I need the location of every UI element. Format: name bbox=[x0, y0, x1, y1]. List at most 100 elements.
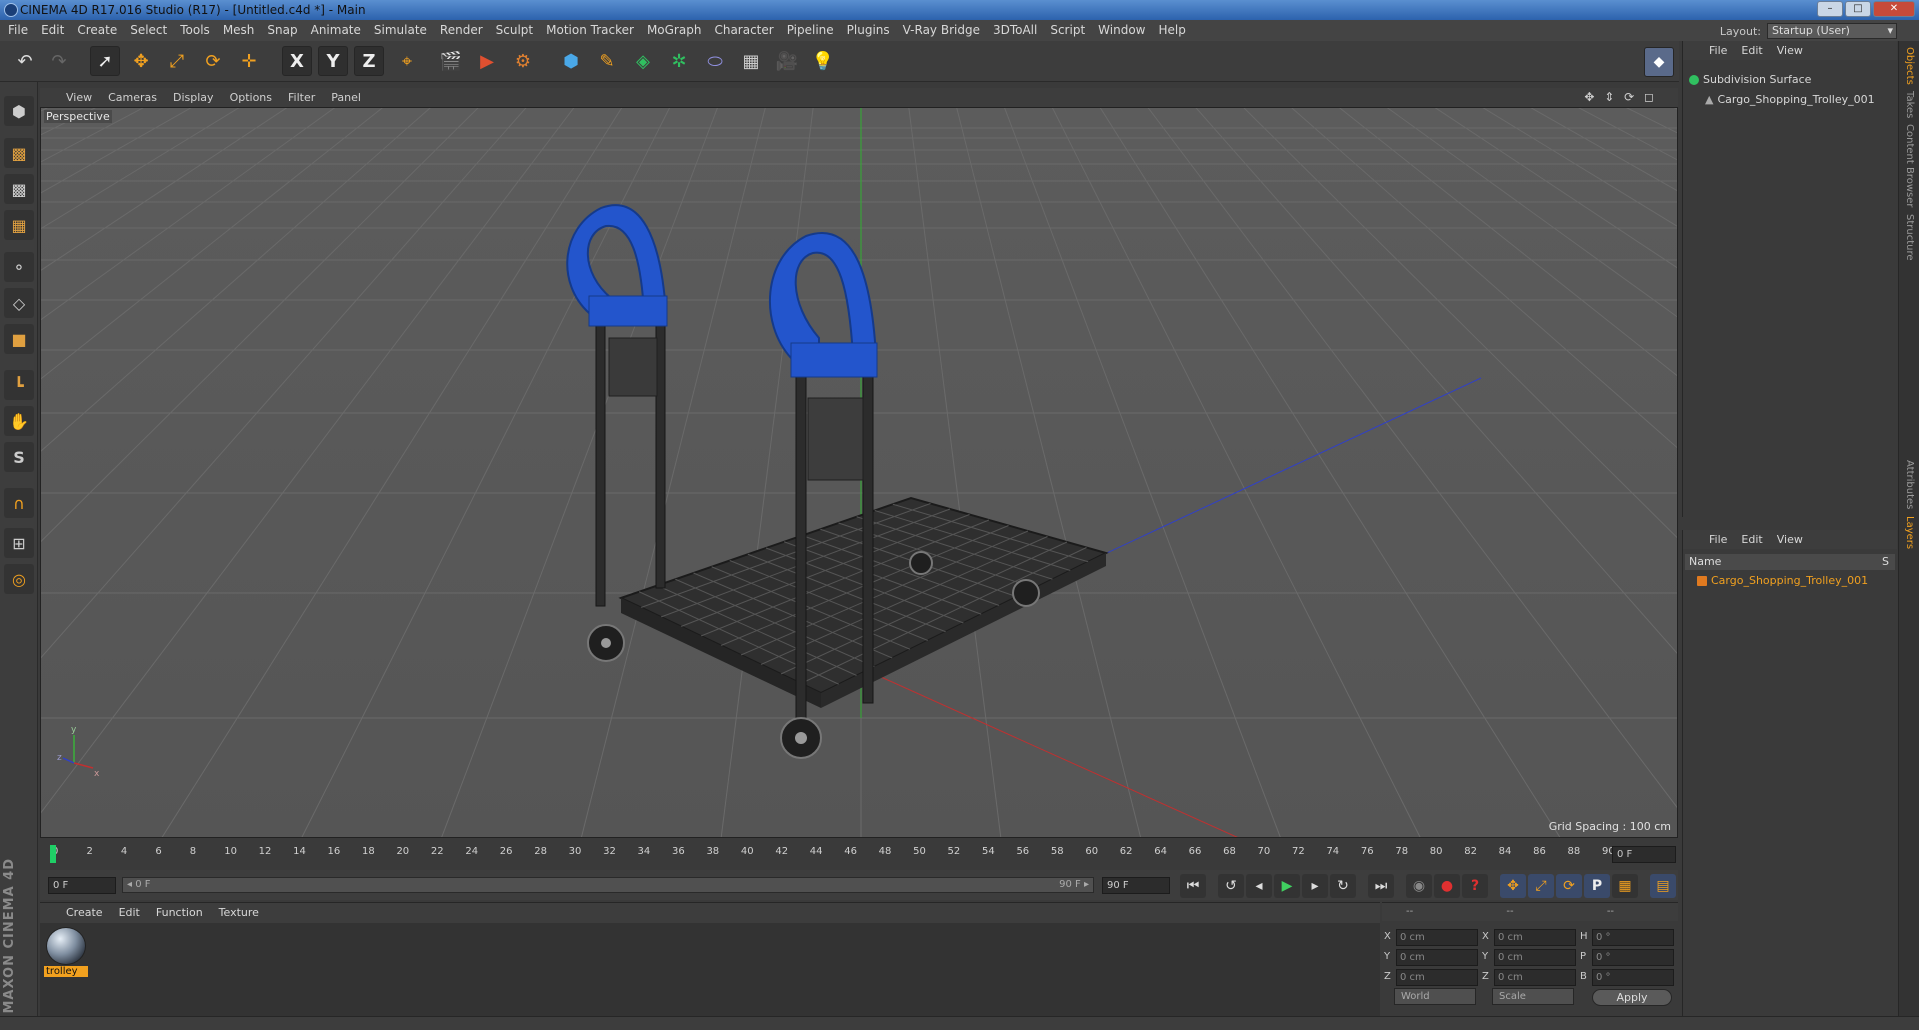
close-button[interactable]: ✕ bbox=[1873, 1, 1915, 17]
autokey-icon[interactable]: ● bbox=[1434, 874, 1460, 898]
python-icon[interactable]: ◆ bbox=[1644, 47, 1674, 77]
undo-icon[interactable]: ↶ bbox=[10, 46, 40, 76]
scale-tool-icon[interactable]: ⤢ bbox=[162, 46, 192, 76]
object-menu-edit[interactable]: Edit bbox=[1741, 41, 1762, 60]
layer-menu-view[interactable]: View bbox=[1777, 530, 1803, 549]
model-mode-icon[interactable]: ⬢ bbox=[4, 96, 34, 126]
tab-objects[interactable]: Objects bbox=[1904, 47, 1915, 85]
range-slider[interactable]: ◂ 0 F 90 F ▸ bbox=[122, 877, 1094, 893]
tab-layers[interactable]: Layers bbox=[1904, 516, 1915, 549]
object-menu-file[interactable]: File bbox=[1709, 41, 1727, 60]
menu-motion-tracker[interactable]: Motion Tracker bbox=[546, 20, 634, 41]
scale-key-icon[interactable]: ⤢ bbox=[1528, 874, 1554, 898]
snap-icon[interactable]: S bbox=[4, 442, 34, 472]
cube-primitive-icon[interactable]: ⬢ bbox=[556, 46, 586, 76]
play-icon[interactable]: ▶ bbox=[1274, 874, 1300, 898]
end-frame-field[interactable]: 90 F bbox=[1102, 877, 1170, 894]
viewport-menu-display[interactable]: Display bbox=[173, 88, 214, 107]
light-icon[interactable]: 💡 bbox=[808, 46, 838, 76]
menu-simulate[interactable]: Simulate bbox=[374, 20, 427, 41]
rotation-h-field[interactable]: 0 ° bbox=[1592, 929, 1674, 946]
next-frame-icon[interactable]: ▸ bbox=[1302, 874, 1328, 898]
material-menu-texture[interactable]: Texture bbox=[219, 903, 259, 923]
rotation-key-icon[interactable]: ⟳ bbox=[1556, 874, 1582, 898]
viewport-nav-icons[interactable]: ✥ ⇕ ⟳ ◻ bbox=[1584, 88, 1657, 107]
rotation-p-field[interactable]: 0 ° bbox=[1592, 949, 1674, 966]
viewport-menu-filter[interactable]: Filter bbox=[288, 88, 315, 107]
menu-character[interactable]: Character bbox=[714, 20, 773, 41]
menu-pipeline[interactable]: Pipeline bbox=[787, 20, 834, 41]
size-y-field[interactable]: 0 cm bbox=[1494, 949, 1576, 966]
viewport-menu-cameras[interactable]: Cameras bbox=[108, 88, 157, 107]
move-tool-icon[interactable]: ✥ bbox=[126, 46, 156, 76]
floor-icon[interactable]: ▦ bbox=[736, 46, 766, 76]
coordinate-system-icon[interactable]: ⌖ bbox=[392, 46, 422, 76]
key-help-icon[interactable]: ? bbox=[1462, 874, 1488, 898]
select-tool-icon[interactable]: ➚ bbox=[90, 46, 120, 76]
menu-mesh[interactable]: Mesh bbox=[223, 20, 255, 41]
material-menu-function[interactable]: Function bbox=[156, 903, 203, 923]
apply-button[interactable]: Apply bbox=[1592, 989, 1672, 1006]
position-z-field[interactable]: 0 cm bbox=[1396, 969, 1478, 986]
viewport-menu-options[interactable]: Options bbox=[230, 88, 272, 107]
menu-create[interactable]: Create bbox=[77, 20, 117, 41]
camera-icon[interactable]: 🎥 bbox=[772, 46, 802, 76]
deformer-icon[interactable]: ⬭ bbox=[700, 46, 730, 76]
viewport-menu-panel[interactable]: Panel bbox=[331, 88, 361, 107]
menu-tools[interactable]: Tools bbox=[180, 20, 210, 41]
menu-3dtoall[interactable]: 3DToAll bbox=[993, 20, 1037, 41]
object-menu-view[interactable]: View bbox=[1777, 41, 1803, 60]
points-mode-icon[interactable]: ⚬ bbox=[4, 252, 34, 282]
tweak-mode-icon[interactable]: ✋ bbox=[4, 406, 34, 436]
start-frame-field[interactable]: 0 F bbox=[48, 877, 116, 894]
previous-key-icon[interactable]: ↺ bbox=[1218, 874, 1244, 898]
tab-structure[interactable]: Structure bbox=[1904, 214, 1915, 261]
current-frame-marker[interactable] bbox=[50, 845, 56, 863]
previous-frame-icon[interactable]: ◂ bbox=[1246, 874, 1272, 898]
layer-item-trolley[interactable]: Cargo_Shopping_Trolley_001 bbox=[1697, 572, 1868, 590]
workplane-icon[interactable]: ▦ bbox=[4, 210, 34, 240]
position-key-icon[interactable]: ✥ bbox=[1500, 874, 1526, 898]
menu-file[interactable]: File bbox=[8, 20, 28, 41]
next-key-icon[interactable]: ↻ bbox=[1330, 874, 1356, 898]
tab-attributes[interactable]: Attributes bbox=[1904, 460, 1915, 509]
parameter-key-icon[interactable]: P bbox=[1584, 874, 1610, 898]
x-axis-lock-icon[interactable]: X bbox=[282, 46, 312, 76]
axis-mode-icon[interactable]: ┗ bbox=[4, 370, 34, 400]
render-picture-icon[interactable]: ▶ bbox=[472, 46, 502, 76]
menu-snap[interactable]: Snap bbox=[267, 20, 297, 41]
current-frame-field[interactable]: 0 F bbox=[1612, 846, 1676, 863]
menu-select[interactable]: Select bbox=[130, 20, 167, 41]
rotate-tool-icon[interactable]: ⟳ bbox=[198, 46, 228, 76]
perspective-viewport[interactable]: y x z Perspective Grid Spacing : 100 cm bbox=[40, 107, 1678, 838]
viewport-menu-view[interactable]: View bbox=[66, 88, 92, 107]
polygons-mode-icon[interactable]: ■ bbox=[4, 324, 34, 354]
magnet-icon[interactable]: ∩ bbox=[4, 488, 34, 518]
redo-icon[interactable]: ↷ bbox=[44, 46, 74, 76]
subdivision-surface-icon[interactable]: ◈ bbox=[628, 46, 658, 76]
render-settings-icon[interactable]: ⚙ bbox=[508, 46, 538, 76]
position-x-field[interactable]: 0 cm bbox=[1396, 929, 1478, 946]
tree-item-subdivision-surface[interactable]: Subdivision Surface bbox=[1689, 71, 1811, 89]
menu-plugins[interactable]: Plugins bbox=[847, 20, 890, 41]
menu-window[interactable]: Window bbox=[1098, 20, 1145, 41]
y-axis-lock-icon[interactable]: Y bbox=[318, 46, 348, 76]
uv-mode-icon[interactable]: ▩ bbox=[4, 174, 34, 204]
maximize-button[interactable]: □ bbox=[1845, 1, 1871, 17]
tab-content-browser[interactable]: Content Browser bbox=[1904, 124, 1915, 207]
menu-mograph[interactable]: MoGraph bbox=[647, 20, 702, 41]
menu-script[interactable]: Script bbox=[1050, 20, 1085, 41]
pen-spline-icon[interactable]: ✎ bbox=[592, 46, 622, 76]
menu-animate[interactable]: Animate bbox=[311, 20, 361, 41]
lock-workplane-icon[interactable]: ⊞ bbox=[4, 528, 34, 558]
live-select-icon[interactable]: ✛ bbox=[234, 46, 264, 76]
material-menu-create[interactable]: Create bbox=[66, 903, 103, 923]
array-icon[interactable]: ✲ bbox=[664, 46, 694, 76]
menu-vray-bridge[interactable]: V-Ray Bridge bbox=[903, 20, 980, 41]
render-view-icon[interactable]: 🎬 bbox=[436, 46, 466, 76]
position-y-field[interactable]: 0 cm bbox=[1396, 949, 1478, 966]
tree-item-trolley[interactable]: ▲ Cargo_Shopping_Trolley_001 bbox=[1705, 91, 1875, 109]
go-to-end-icon[interactable]: ⏭ bbox=[1368, 874, 1394, 898]
go-to-start-icon[interactable]: ⏮ bbox=[1180, 874, 1206, 898]
layout-dropdown[interactable]: Startup (User) bbox=[1767, 23, 1897, 39]
